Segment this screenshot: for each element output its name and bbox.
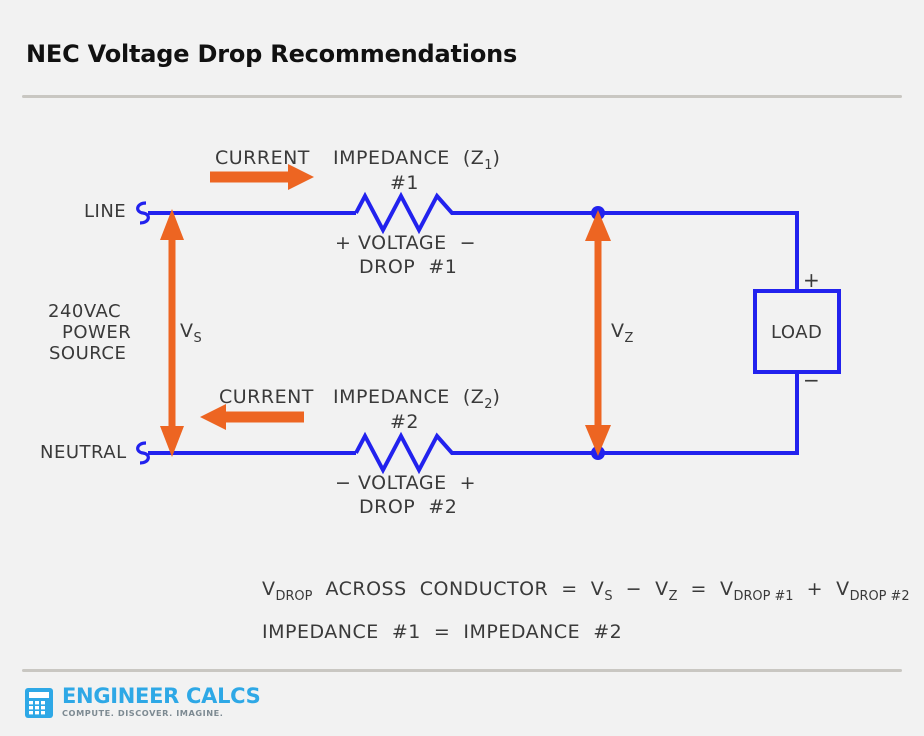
eq1-sub1: DROP — [275, 588, 313, 604]
impedance-top-paren: ) — [492, 147, 501, 169]
impedance-top-text: IMPEDANCE (Z — [333, 147, 485, 169]
logo-tagline: COMPUTE. DISCOVER. IMAGINE. — [62, 708, 224, 719]
logo-text-block: ENGINEER CALCS COMPUTE. DISCOVER. IMAGIN… — [62, 684, 261, 719]
equation-line-2: IMPEDANCE #1 = IMPEDANCE #2 — [262, 621, 623, 643]
impedance-top-number: #1 — [390, 172, 420, 194]
voltage-drop-bottom-label: DROP #2 — [359, 496, 458, 518]
line-terminal-squiggle — [136, 201, 150, 225]
logo-name: ENGINEER CALCS — [62, 684, 261, 708]
eq1-v1: V — [262, 578, 276, 600]
impedance-bottom-number: #2 — [390, 411, 420, 433]
vs-label: VS — [180, 320, 202, 346]
vz-symbol: V — [611, 320, 625, 342]
eq1-sub4: DROP #1 — [733, 588, 794, 604]
source-label-line1: 240VAC — [48, 301, 122, 322]
impedance-bottom-text: IMPEDANCE (Z — [333, 386, 485, 408]
load-label: LOAD — [771, 322, 823, 343]
line-terminal-label: LINE — [84, 201, 127, 222]
vz-label: VZ — [611, 320, 633, 346]
resistor-z1 — [354, 191, 461, 235]
neutral-terminal-squiggle — [136, 441, 150, 465]
calculator-icon — [25, 687, 53, 718]
vz-measurement-arrow — [585, 210, 611, 456]
voltage-drop-top-label: DROP #1 — [359, 256, 458, 278]
eq1-sub2: S — [604, 588, 613, 604]
voltage-drop-bottom-polarity: − VOLTAGE + — [335, 472, 477, 494]
load-minus-terminal: − — [803, 368, 821, 392]
vs-symbol: V — [180, 320, 194, 342]
load-plus-terminal: + — [803, 268, 821, 292]
source-label-line3: SOURCE — [49, 343, 127, 364]
eq1-p5: + V — [793, 578, 850, 600]
slide-canvas: NEC Voltage Drop Recommendations CURRENT… — [0, 0, 924, 736]
voltage-drop-top-polarity: + VOLTAGE − — [335, 232, 477, 254]
impedance-bottom-paren: ) — [492, 386, 501, 408]
source-label-line2: POWER — [62, 322, 132, 343]
impedance-bottom-label: IMPEDANCE (Z2) — [333, 386, 500, 412]
vz-subscript: Z — [624, 330, 634, 346]
eq1-sub5: DROP #2 — [849, 588, 910, 604]
impedance-top-label: IMPEDANCE (Z1) — [333, 147, 500, 173]
equation-line-1: VDROP ACROSS CONDUCTOR = VS − VZ = VDROP… — [262, 578, 910, 604]
current-bottom-label: CURRENT — [219, 386, 314, 408]
neutral-terminal-label: NEUTRAL — [40, 442, 127, 463]
eq1-p2: ACROSS CONDUCTOR = V — [312, 578, 605, 600]
vs-subscript: S — [193, 330, 202, 346]
eq1-p4: = V — [677, 578, 734, 600]
footer-logo[interactable]: ENGINEER CALCS COMPUTE. DISCOVER. IMAGIN… — [24, 684, 261, 719]
current-top-label: CURRENT — [215, 147, 310, 169]
eq1-p3: − V — [612, 578, 669, 600]
resistor-z2 — [354, 431, 461, 475]
